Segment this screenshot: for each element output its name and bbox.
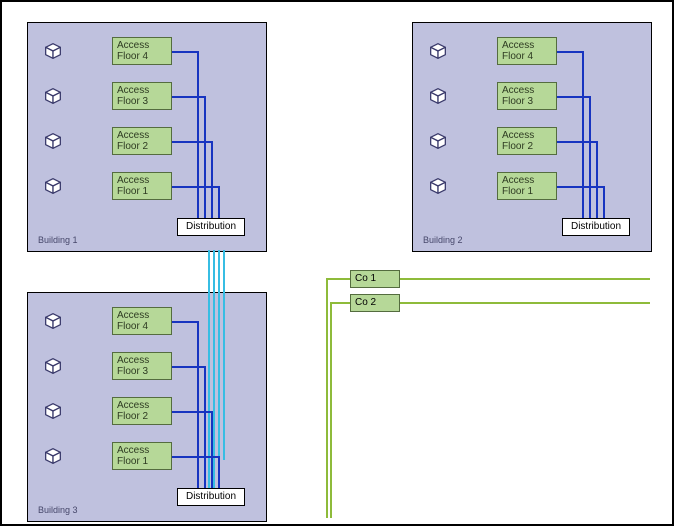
device-icon xyxy=(427,175,449,197)
core-link xyxy=(330,302,350,304)
core-link xyxy=(330,302,332,518)
riser-link xyxy=(211,141,213,218)
access-box: Access Floor 1 xyxy=(112,442,172,470)
access-box: Access Floor 1 xyxy=(112,172,172,200)
inter-link xyxy=(208,250,210,502)
riser-link xyxy=(596,141,598,218)
device-icon xyxy=(42,40,64,62)
access-box: Access Floor 4 xyxy=(497,37,557,65)
floor-link xyxy=(557,141,596,143)
distribution-box: Distribution xyxy=(177,218,245,236)
diagram-frame: Building 1 Building 2 Building 3 Co 1 Co… xyxy=(0,0,674,526)
device-icon xyxy=(42,400,64,422)
device-icon xyxy=(427,85,449,107)
core-link xyxy=(326,278,328,518)
device-icon xyxy=(427,40,449,62)
building-label: Building 1 xyxy=(38,235,78,245)
core-link xyxy=(400,302,650,304)
riser-link xyxy=(204,366,206,488)
device-icon xyxy=(42,445,64,467)
device-icon xyxy=(42,130,64,152)
floor-link xyxy=(172,51,197,53)
riser-link xyxy=(211,411,213,488)
riser-link xyxy=(218,186,220,218)
riser-link xyxy=(218,456,220,488)
floor-link xyxy=(172,141,211,143)
access-box: Access Floor 4 xyxy=(112,37,172,65)
inter-link xyxy=(213,250,215,502)
access-box: Access Floor 3 xyxy=(112,82,172,110)
floor-link xyxy=(172,366,204,368)
access-box: Access Floor 2 xyxy=(112,127,172,155)
core-link xyxy=(326,278,350,280)
distribution-box: Distribution xyxy=(562,218,630,236)
floor-link xyxy=(557,51,582,53)
riser-link xyxy=(204,96,206,218)
floor-link xyxy=(172,456,218,458)
floor-link xyxy=(172,411,211,413)
building-label: Building 2 xyxy=(423,235,463,245)
riser-link xyxy=(582,51,584,218)
floor-link xyxy=(557,186,603,188)
device-icon xyxy=(42,310,64,332)
inter-link xyxy=(223,250,225,460)
core-2: Co 2 xyxy=(350,294,400,312)
access-box: Access Floor 2 xyxy=(112,397,172,425)
access-box: Access Floor 3 xyxy=(497,82,557,110)
floor-link xyxy=(172,186,218,188)
core-link xyxy=(400,278,650,280)
riser-link xyxy=(603,186,605,218)
riser-link xyxy=(197,321,199,488)
device-icon xyxy=(42,85,64,107)
device-icon xyxy=(42,175,64,197)
access-box: Access Floor 4 xyxy=(112,307,172,335)
riser-link xyxy=(589,96,591,218)
core-1: Co 1 xyxy=(350,270,400,288)
device-icon xyxy=(427,130,449,152)
building-label: Building 3 xyxy=(38,505,78,515)
access-box: Access Floor 1 xyxy=(497,172,557,200)
floor-link xyxy=(172,321,197,323)
device-icon xyxy=(42,355,64,377)
floor-link xyxy=(557,96,589,98)
riser-link xyxy=(197,51,199,218)
floor-link xyxy=(172,96,204,98)
inter-link xyxy=(218,250,220,460)
access-box: Access Floor 2 xyxy=(497,127,557,155)
access-box: Access Floor 3 xyxy=(112,352,172,380)
distribution-box: Distribution xyxy=(177,488,245,506)
